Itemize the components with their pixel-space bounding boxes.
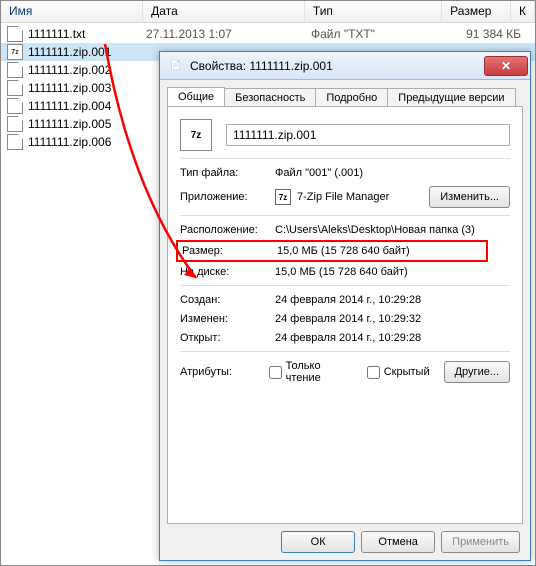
file-icon: 7z: [180, 119, 212, 151]
location-label: Расположение:: [180, 224, 275, 236]
close-button[interactable]: ✕: [484, 56, 528, 76]
cancel-button[interactable]: Отмена: [361, 531, 435, 553]
properties-dialog: 📄 Свойства: 1111111.zip.001 ✕ Общие Безо…: [159, 51, 531, 561]
hidden-checkbox[interactable]: Скрытый: [367, 366, 430, 379]
dialog-buttons: ОК Отмена Применить: [160, 531, 530, 563]
file-icon: [7, 134, 23, 150]
col-extra[interactable]: К: [511, 1, 535, 22]
change-app-button[interactable]: Изменить...: [429, 186, 510, 208]
col-type[interactable]: Тип: [305, 1, 442, 22]
readonly-checkbox[interactable]: Только чтение: [269, 360, 353, 384]
file-type: Файл "TXT": [311, 27, 451, 41]
file-name: 1111111.zip.002: [26, 63, 146, 77]
file-name: 1111111.zip.004: [26, 99, 146, 113]
file-name: 1111111.zip.005: [26, 117, 146, 131]
size-highlight-box: Размер:15,0 МБ (15 728 640 байт): [176, 240, 488, 262]
app-value: 7-Zip File Manager: [297, 191, 429, 203]
modified-value: 24 февраля 2014 г., 10:29:32: [275, 313, 510, 325]
other-attrib-button[interactable]: Другие...: [444, 361, 510, 383]
file-size: 91 384 КБ: [451, 27, 521, 41]
apply-button[interactable]: Применить: [441, 531, 520, 553]
app-label: Приложение:: [180, 191, 275, 203]
accessed-label: Открыт:: [180, 332, 275, 344]
tab-details[interactable]: Подробно: [315, 88, 388, 107]
dialog-icon: 📄: [168, 58, 184, 74]
file-icon: [7, 98, 23, 114]
size-value: 15,0 МБ (15 728 640 байт): [277, 245, 486, 257]
titlebar[interactable]: 📄 Свойства: 1111111.zip.001 ✕: [160, 52, 530, 80]
file-icon: [7, 62, 23, 78]
file-icon: [7, 80, 23, 96]
dialog-title: Свойства: 1111111.zip.001: [190, 59, 484, 73]
file-name: 1111111.txt: [26, 27, 146, 41]
filetype-value: Файл "001" (.001): [275, 167, 510, 179]
app-icon: 7z: [275, 189, 291, 205]
tab-body: 7z Тип файла:Файл "001" (.001) Приложени…: [167, 106, 523, 524]
file-name: 1111111.zip.001: [26, 45, 146, 59]
ondisk-label: На диске:: [180, 266, 275, 278]
file-name-input[interactable]: [226, 124, 510, 146]
modified-label: Изменен:: [180, 313, 275, 325]
tab-general[interactable]: Общие: [167, 87, 225, 106]
col-date[interactable]: Дата: [143, 1, 305, 22]
file-name: 1111111.zip.003: [26, 81, 146, 95]
filetype-label: Тип файла:: [180, 167, 275, 179]
location-value: C:\Users\Aleks\Desktop\Новая папка (3): [275, 224, 510, 236]
tab-previous[interactable]: Предыдущие версии: [387, 88, 515, 107]
file-icon: [7, 116, 23, 132]
ok-button[interactable]: ОК: [281, 531, 355, 553]
file-date: 27.11.2013 1:07: [146, 27, 311, 41]
attrib-label: Атрибуты:: [180, 366, 269, 378]
column-header: Имя Дата Тип Размер К: [1, 1, 535, 23]
created-value: 24 февраля 2014 г., 10:29:28: [275, 294, 510, 306]
file-row[interactable]: 1111111.txt27.11.2013 1:07Файл "TXT"91 3…: [1, 25, 535, 43]
created-label: Создан:: [180, 294, 275, 306]
tab-security[interactable]: Безопасность: [224, 88, 316, 107]
ondisk-value: 15,0 МБ (15 728 640 байт): [275, 266, 510, 278]
col-size[interactable]: Размер: [442, 1, 511, 22]
accessed-value: 24 февраля 2014 г., 10:29:28: [275, 332, 510, 344]
size-label: Размер:: [182, 245, 277, 257]
col-name[interactable]: Имя: [1, 1, 143, 22]
archive-icon: 7z: [7, 44, 23, 60]
file-name: 1111111.zip.006: [26, 135, 146, 149]
file-icon: [7, 26, 23, 42]
tabs: Общие Безопасность Подробно Предыдущие в…: [167, 87, 523, 106]
